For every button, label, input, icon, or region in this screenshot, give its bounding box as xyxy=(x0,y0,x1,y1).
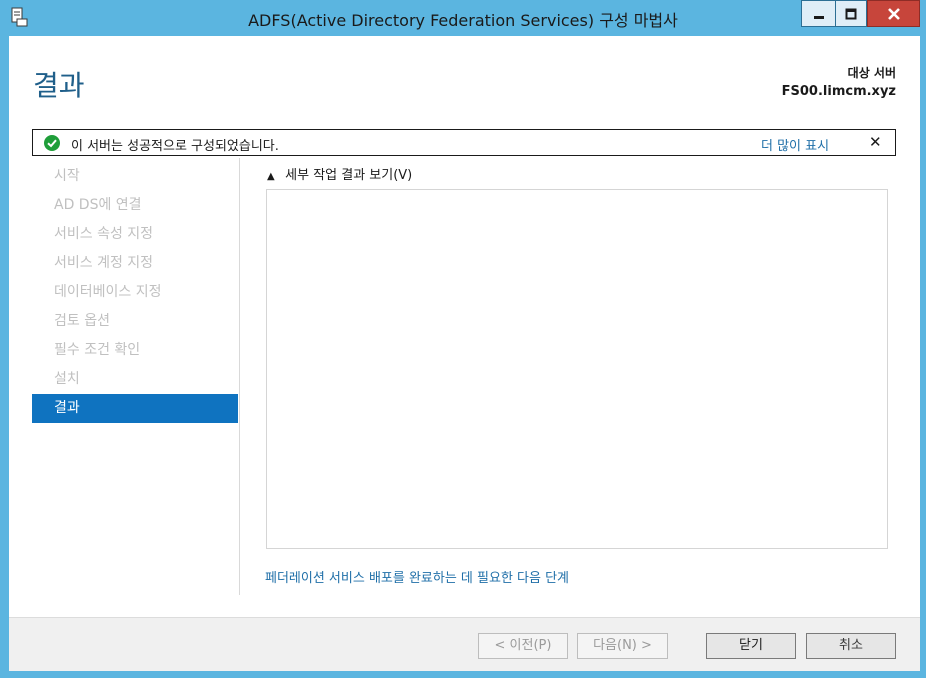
target-server-value: FS00.limcm.xyz xyxy=(781,84,896,99)
close-icon xyxy=(887,7,900,20)
close-button[interactable]: 닫기 xyxy=(706,633,796,659)
notification-bar: 이 서버는 성공적으로 구성되었습니다. 더 많이 표시 ✕ xyxy=(32,129,896,156)
details-toggle-label: 세부 작업 결과 보기(V) xyxy=(285,168,413,183)
maximize-icon xyxy=(845,8,857,19)
next-button[interactable]: 다음(N) > xyxy=(577,633,668,659)
minimize-button[interactable] xyxy=(801,0,835,27)
nav-divider xyxy=(239,158,240,595)
wizard-client-area: 결과 대상 서버 FS00.limcm.xyz 이 서버는 성공적으로 구성되었… xyxy=(9,36,920,671)
nav-item-review-options: 검토 옵션 xyxy=(54,313,110,329)
cancel-button[interactable]: 취소 xyxy=(806,633,896,659)
minimize-icon xyxy=(813,15,824,19)
nav-item-results[interactable]: 결과 xyxy=(32,394,238,423)
next-steps-link[interactable]: 페더레이션 서비스 배포를 완료하는 데 필요한 다음 단계 xyxy=(265,567,569,586)
wizard-nav: 시작 AD DS에 연결 서비스 속성 지정 서비스 계정 지정 데이터베이스 … xyxy=(32,162,238,423)
close-window-button[interactable] xyxy=(867,0,920,27)
chevron-up-icon: ▲ xyxy=(267,171,275,182)
notification-message: 이 서버는 성공적으로 구성되었습니다. xyxy=(71,139,279,154)
nav-item-prerequisites: 필수 조건 확인 xyxy=(54,342,141,358)
show-more-link[interactable]: 더 많이 표시 xyxy=(761,135,829,154)
success-check-icon xyxy=(44,135,60,151)
previous-button[interactable]: < 이전(P) xyxy=(478,633,568,659)
nav-item-install: 설치 xyxy=(54,371,80,387)
wizard-footer: < 이전(P) 다음(N) > 닫기 취소 xyxy=(9,617,920,671)
page-title: 결과 xyxy=(33,70,85,101)
nav-item-service-properties: 서비스 속성 지정 xyxy=(54,226,154,242)
nav-item-connect-ad-ds: AD DS에 연결 xyxy=(54,197,142,213)
target-server-label: 대상 서버 xyxy=(847,66,896,80)
maximize-button[interactable] xyxy=(835,0,867,27)
notification-close-icon[interactable]: ✕ xyxy=(869,133,882,151)
window-title: ADFS(Active Directory Federation Service… xyxy=(248,11,678,30)
nav-item-start: 시작 xyxy=(54,168,80,184)
nav-item-database: 데이터베이스 지정 xyxy=(54,284,162,300)
task-results-pane[interactable] xyxy=(266,189,888,549)
details-toggle[interactable]: ▲ 세부 작업 결과 보기(V) xyxy=(267,164,412,183)
title-bar: ADFS(Active Directory Federation Service… xyxy=(0,0,926,36)
nav-item-service-account: 서비스 계정 지정 xyxy=(54,255,154,271)
